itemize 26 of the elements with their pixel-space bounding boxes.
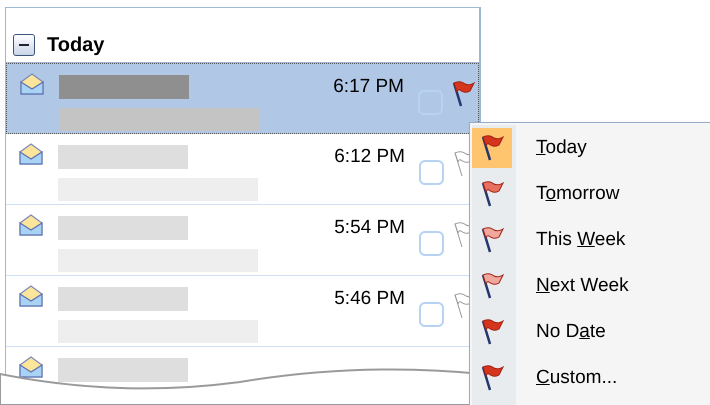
received-time: 5:54 PM	[334, 218, 405, 240]
flag-icon[interactable]	[479, 318, 505, 346]
envelope-icon	[18, 214, 44, 236]
envelope-icon	[18, 356, 44, 378]
received-time: 6:12 PM	[334, 147, 405, 169]
flag-icon[interactable]	[479, 226, 505, 254]
group-label: Today	[47, 33, 104, 58]
flag-icon[interactable]	[479, 180, 505, 208]
complete-checkbox[interactable]	[419, 302, 444, 327]
received-time: 5:46 PM	[334, 289, 405, 311]
envelope-icon	[19, 73, 45, 95]
envelope-icon	[18, 143, 44, 165]
message-row[interactable]: 5:46 PM	[6, 276, 479, 347]
menu-item[interactable]: Custom...	[472, 355, 710, 401]
message-row[interactable]: 5:54 PM	[6, 205, 479, 276]
collapse-button[interactable]	[13, 34, 35, 56]
flag-icon[interactable]	[479, 272, 505, 300]
envelope-icon	[18, 285, 44, 307]
flag-icon[interactable]	[450, 80, 476, 108]
complete-checkbox[interactable]	[419, 231, 444, 256]
flag-icon[interactable]	[479, 134, 505, 162]
received-time: 6:17 PM	[333, 77, 404, 99]
message-row[interactable]: 6:12 PM	[6, 134, 479, 205]
message-row[interactable]: 6:17 PM	[6, 63, 479, 134]
flag-icon[interactable]	[479, 364, 505, 392]
complete-checkbox[interactable]	[419, 160, 444, 185]
